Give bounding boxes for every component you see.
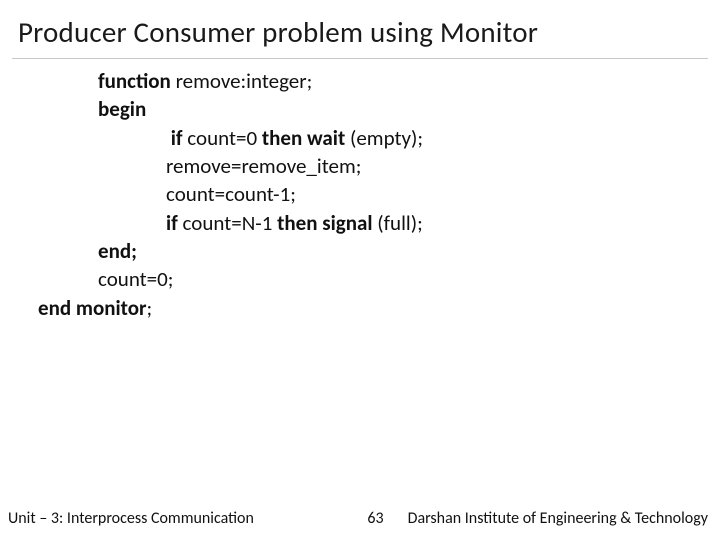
code-line: if count=0 then wait (empty); — [38, 124, 720, 152]
footer-left: Unit – 3: Interprocess Communication — [8, 509, 254, 528]
slide-title: Producer Consumer problem using Monitor — [0, 0, 720, 58]
footer-right: Darshan Institute of Engineering & Techn… — [408, 509, 708, 528]
code-line: begin — [38, 95, 720, 123]
footer-page: 63 — [367, 509, 407, 528]
footer: Unit – 3: Interprocess Communication 63 … — [0, 509, 720, 528]
code-line: remove=remove_item; — [38, 152, 720, 180]
code-line: if count=N-1 then signal (full); — [38, 209, 720, 237]
code-line: function remove:integer; — [38, 67, 720, 95]
code-line: count=count-1; — [38, 180, 720, 208]
code-line: end monitor; — [38, 294, 720, 322]
code-line: count=0; — [38, 265, 720, 293]
code-block: function remove:integer; begin if count=… — [0, 59, 720, 322]
code-line: end; — [38, 237, 720, 265]
